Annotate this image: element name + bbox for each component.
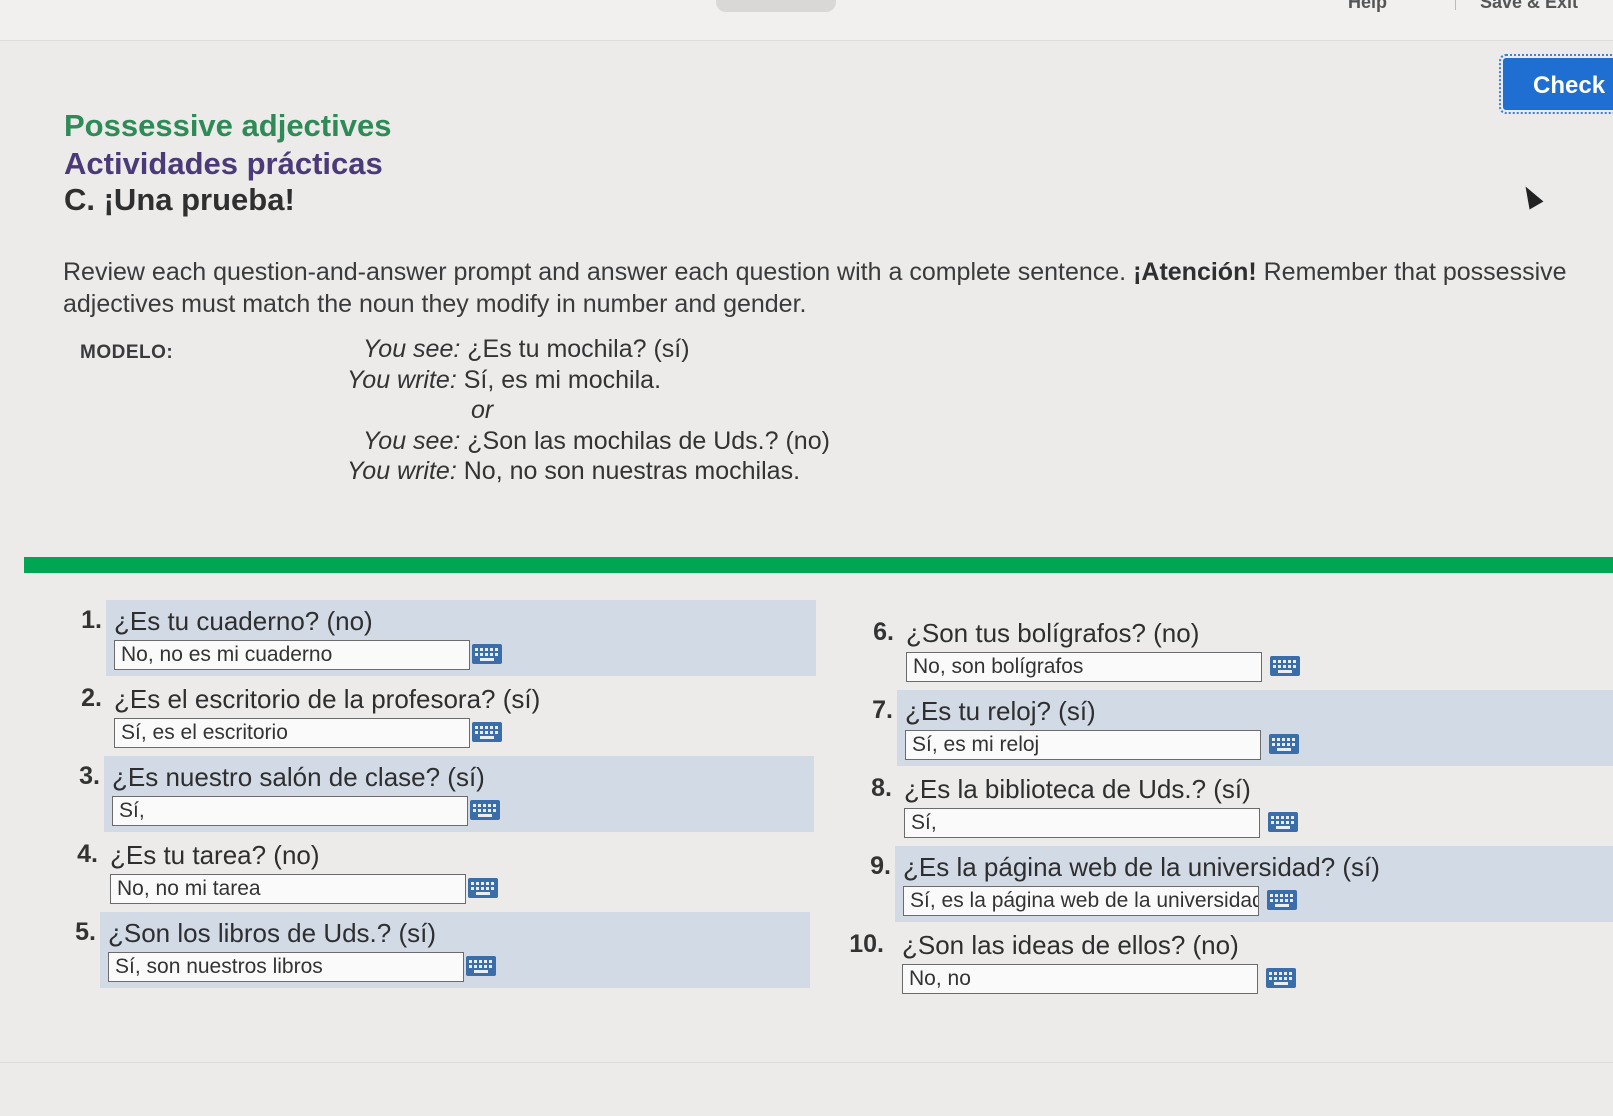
question-item: 9. ¿Es la página web de la universidad? … [870, 846, 1613, 922]
modelo-line: You see: ¿Es tu mochila? (sí) [363, 335, 690, 364]
answer-input[interactable]: Sí, [112, 796, 468, 826]
section-divider [24, 557, 1613, 573]
question-text: ¿Es tu cuaderno? (no) [114, 606, 373, 636]
question-text: ¿Es tu reloj? (sí) [905, 696, 1096, 726]
top-tab[interactable] [716, 0, 836, 12]
save-exit-link[interactable]: Save & Exit [1480, 0, 1578, 13]
modelo-line: You write: No, no son nuestras mochilas. [347, 457, 800, 486]
instructions-text: Review each question-and-answer prompt a… [63, 258, 1134, 286]
question-number: 4. [77, 840, 98, 868]
activity-subtitle: Actividades prácticas [64, 146, 383, 181]
answer-input[interactable]: No, no [902, 964, 1258, 994]
answer-input[interactable]: No, son bolígrafos [906, 652, 1262, 682]
question-item: 3. ¿Es nuestro salón de clase? (sí) Sí, [79, 756, 814, 832]
question-item: 10. ¿Son las ideas de ellos? (no) No, no [849, 924, 1613, 1000]
answer-input[interactable]: No, no mi tarea [110, 874, 466, 904]
modelo-line: You see: ¿Son las mochilas de Uds.? (no) [363, 427, 830, 456]
question-number: 9. [870, 852, 891, 880]
question-item: 4. ¿Es tu tarea? (no) No, no mi tarea [77, 834, 812, 910]
question-text: ¿Es tu tarea? (no) [110, 840, 320, 870]
footer-divider [0, 1062, 1613, 1063]
keyboard-icon[interactable] [470, 800, 500, 820]
modelo-line: You write: Sí, es mi mochila. [347, 366, 661, 395]
question-text: ¿Es la página web de la universidad? (sí… [903, 852, 1380, 882]
question-number: 2. [81, 684, 102, 712]
question-number: 7. [872, 696, 893, 724]
instructions: Review each question-and-answer prompt a… [63, 256, 1593, 320]
answer-input[interactable]: Sí, es el escritorio [114, 718, 470, 748]
question-text: ¿Es la biblioteca de Uds.? (sí) [904, 774, 1251, 804]
modelo-example: ¿Es tu mochila? (sí) [467, 335, 690, 363]
question-number: 10. [849, 930, 884, 958]
check-button[interactable]: Check [1499, 54, 1613, 114]
modelo-example: No, no son nuestras mochilas. [463, 457, 801, 485]
keyboard-icon[interactable] [1267, 890, 1297, 910]
you-write-label: You write: [347, 366, 457, 394]
question-number: 3. [79, 762, 100, 790]
question-text: ¿Son los libros de Uds.? (sí) [108, 918, 437, 948]
topbar-divider [1455, 0, 1456, 10]
keyboard-icon[interactable] [472, 644, 502, 664]
question-text: ¿Es nuestro salón de clase? (sí) [112, 762, 485, 792]
question-text: ¿Son tus bolígrafos? (no) [906, 618, 1200, 648]
question-number: 1. [81, 606, 102, 634]
answer-input[interactable]: No, no es mi cuaderno [114, 640, 470, 670]
answer-input[interactable]: Sí, es mi reloj [905, 730, 1261, 760]
question-number: 8. [871, 774, 892, 802]
modelo-label: MODELO: [80, 342, 174, 363]
keyboard-icon[interactable] [466, 956, 496, 976]
mouse-cursor-icon [1518, 182, 1544, 210]
question-item: 8. ¿Es la biblioteca de Uds.? (sí) Sí, [871, 768, 1613, 844]
topic-title: Possessive adjectives [64, 108, 392, 143]
question-item: 7. ¿Es tu reloj? (sí) Sí, es mi reloj [872, 690, 1613, 766]
help-link[interactable]: Help [1348, 0, 1387, 13]
answer-input[interactable]: Sí, son nuestros libros [108, 952, 464, 982]
question-item: 5. ¿Son los libros de Uds.? (sí) Sí, son… [75, 912, 810, 988]
answer-input[interactable]: Sí, es la página web de la universidad [903, 886, 1259, 916]
question-item: 6. ¿Son tus bolígrafos? (no) No, son bol… [873, 612, 1613, 688]
modelo-or: or [471, 396, 494, 424]
question-text: ¿Son las ideas de ellos? (no) [902, 930, 1239, 960]
you-see-label: You see: [363, 427, 461, 455]
modelo-example: Sí, es mi mochila. [463, 366, 662, 394]
answer-input[interactable]: Sí, [904, 808, 1260, 838]
you-see-label: You see: [363, 335, 461, 363]
attention-label: ¡Atención! [1133, 258, 1257, 286]
question-number: 6. [873, 618, 894, 646]
keyboard-icon[interactable] [472, 722, 502, 742]
top-bar: Help Save & Exit [0, 0, 1613, 41]
keyboard-icon[interactable] [468, 878, 498, 898]
modelo-example: ¿Son las mochilas de Uds.? (no) [467, 427, 830, 455]
keyboard-icon[interactable] [1266, 968, 1296, 988]
question-item: 2. ¿Es el escritorio de la profesora? (s… [81, 678, 816, 754]
question-text: ¿Es el escritorio de la profesora? (sí) [114, 684, 541, 714]
you-write-label: You write: [347, 457, 457, 485]
section-title: C. ¡Una prueba! [64, 182, 295, 217]
keyboard-icon[interactable] [1270, 656, 1300, 676]
question-item: 1. ¿Es tu cuaderno? (no) No, no es mi cu… [81, 600, 816, 676]
keyboard-icon[interactable] [1269, 734, 1299, 754]
question-number: 5. [75, 918, 96, 946]
keyboard-icon[interactable] [1268, 812, 1298, 832]
